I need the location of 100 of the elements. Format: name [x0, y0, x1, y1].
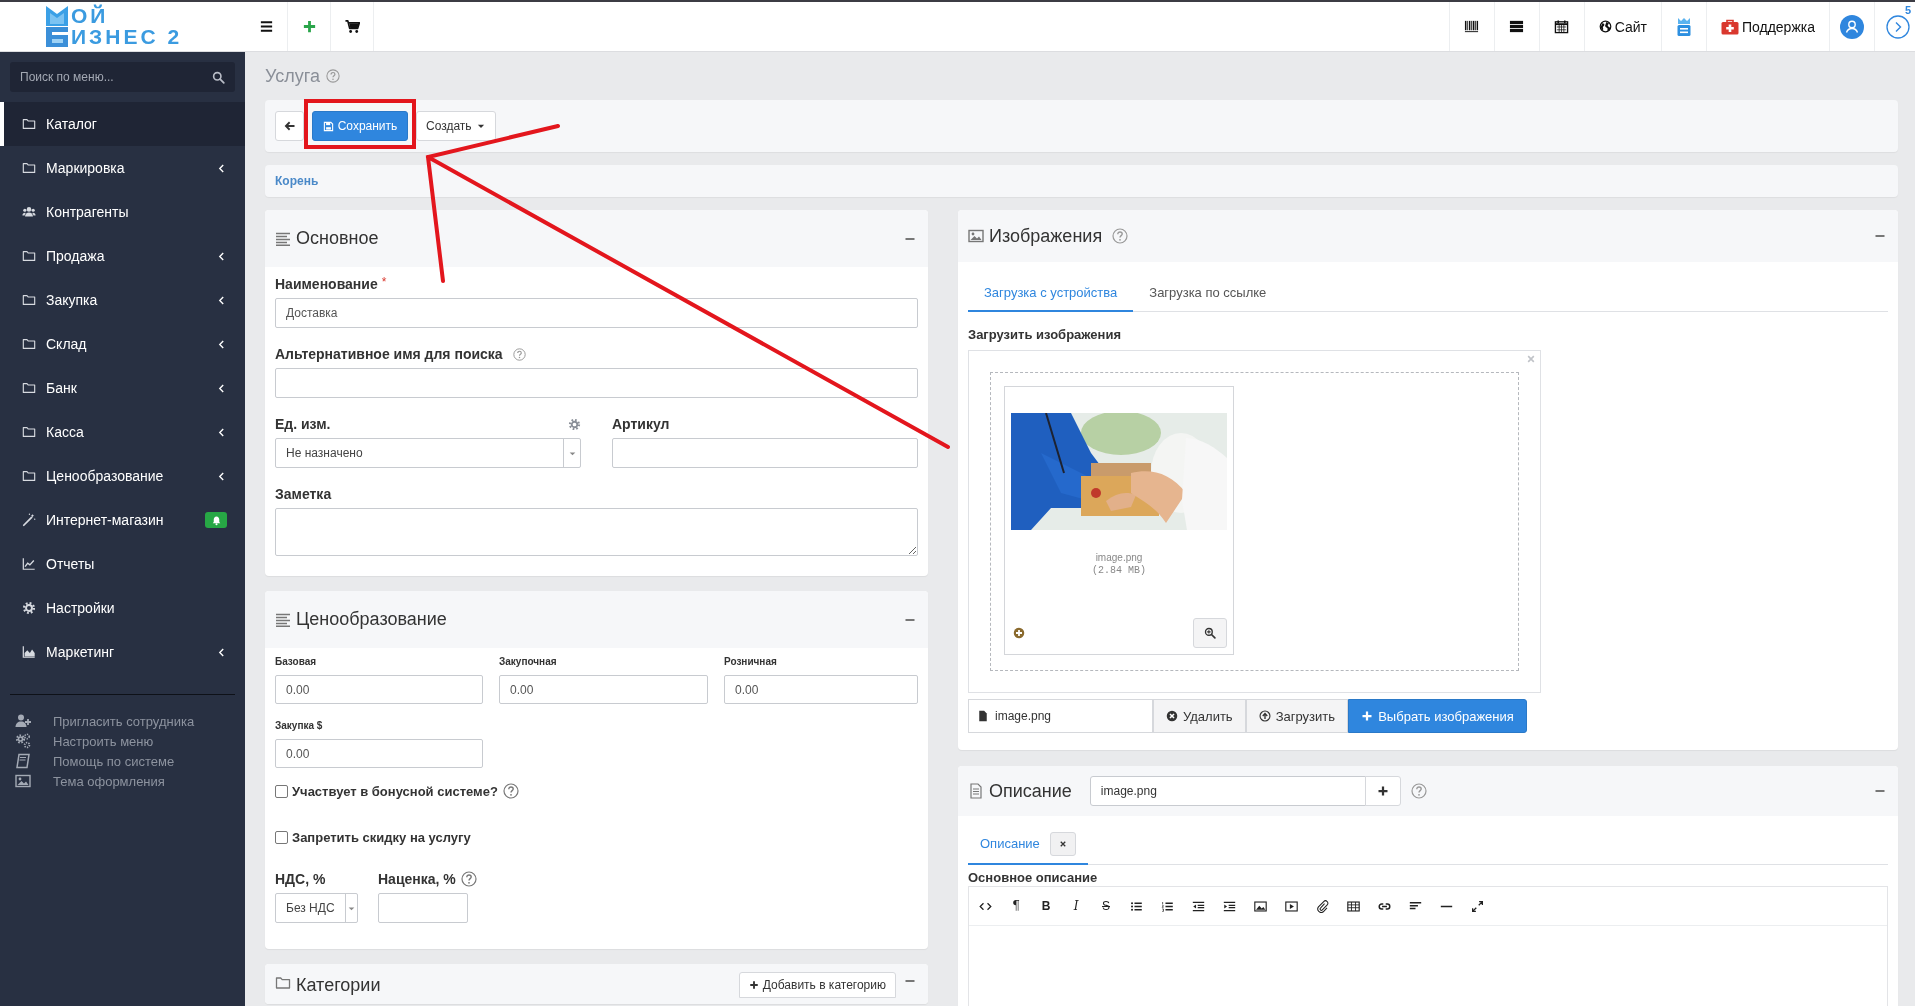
- create-dropdown-button[interactable]: Создать: [416, 111, 496, 141]
- zoom-button[interactable]: [1193, 618, 1227, 648]
- sidebar-footer-link[interactable]: Тема оформления: [0, 771, 245, 791]
- field-label: Заметка: [275, 486, 332, 502]
- price-input[interactable]: 0.00: [724, 675, 918, 704]
- logo-mark-icon: [45, 6, 69, 26]
- field-label: Альтернативное имя для поиска: [275, 346, 503, 362]
- plus-icon[interactable]: [301, 19, 317, 34]
- gears-icon: [14, 733, 32, 749]
- format-button[interactable]: B: [1040, 899, 1052, 913]
- price-input[interactable]: 0.00: [499, 675, 708, 704]
- menu-icon[interactable]: [258, 19, 274, 34]
- sidebar-footer-link[interactable]: Настроить меню: [0, 731, 245, 751]
- article-input[interactable]: [612, 438, 918, 468]
- user-plus-icon: [14, 713, 32, 729]
- field-label: Ед. изм.: [275, 416, 331, 432]
- sidebar-item[interactable]: Маркетинг: [0, 630, 245, 674]
- tab[interactable]: Загрузка по ссылке: [1133, 274, 1283, 312]
- cart-icon[interactable]: [344, 19, 360, 34]
- help-icon[interactable]: [460, 871, 477, 887]
- rich-text-editor[interactable]: ¶ B I S: [968, 886, 1888, 1006]
- zoom-in-icon: [1204, 627, 1216, 639]
- price-input[interactable]: 0.00: [275, 739, 483, 768]
- sidebar-item[interactable]: Закупка: [0, 278, 245, 322]
- format-button[interactable]: I: [1070, 899, 1082, 913]
- markup-input[interactable]: [378, 893, 468, 923]
- browse-button[interactable]: Выбрать изображения: [1348, 699, 1527, 733]
- plus-icon: [748, 980, 759, 990]
- chevron-circle-icon[interactable]: [1886, 14, 1910, 39]
- gear-icon: [22, 601, 36, 615]
- tab[interactable]: Описание: [968, 824, 1088, 865]
- upload-button[interactable]: Загрузить: [1245, 699, 1348, 733]
- unit-select[interactable]: Не назначено: [275, 438, 581, 468]
- menu-search-field[interactable]: Поиск по меню...: [10, 62, 235, 92]
- bullet-list-icon[interactable]: [1130, 899, 1143, 913]
- help-icon[interactable]: [1112, 228, 1129, 244]
- video-icon[interactable]: [1285, 899, 1298, 913]
- back-button[interactable]: [275, 111, 304, 141]
- sidebar-item[interactable]: Маркировка: [0, 146, 245, 190]
- sidebar-item[interactable]: Склад: [0, 322, 245, 366]
- sidebar-item[interactable]: Каталог: [0, 102, 245, 146]
- format-button[interactable]: S: [1100, 899, 1112, 913]
- sidebar-item[interactable]: Настройки: [0, 586, 245, 630]
- barcode-icon[interactable]: [1464, 19, 1480, 34]
- image-icon[interactable]: [1254, 899, 1267, 913]
- field-label: Артикул: [612, 416, 670, 432]
- format-button[interactable]: ¶: [1010, 899, 1022, 913]
- calendar-icon[interactable]: [1554, 19, 1570, 34]
- help-icon[interactable]: [1410, 783, 1427, 799]
- expand-icon[interactable]: [1471, 899, 1484, 913]
- field-label: Базовая: [275, 656, 318, 668]
- list-icon[interactable]: [1509, 19, 1525, 34]
- close-tab-button[interactable]: [1049, 831, 1076, 856]
- remove-button[interactable]: Удалить: [1153, 699, 1246, 733]
- help-icon[interactable]: [325, 69, 340, 83]
- outdent-icon[interactable]: [1192, 899, 1205, 913]
- price-input[interactable]: 0.00: [275, 675, 483, 704]
- sidebar-item[interactable]: Отчеты: [0, 542, 245, 586]
- help-icon[interactable]: [512, 347, 526, 361]
- checkbox[interactable]: [275, 784, 288, 798]
- upload-icon: [1258, 710, 1271, 722]
- sidebar-item[interactable]: Продажа: [0, 234, 245, 278]
- name-input[interactable]: Доставка: [275, 298, 918, 328]
- add-category-button[interactable]: Добавить в категорию: [738, 972, 896, 998]
- add-button[interactable]: [1364, 776, 1401, 806]
- indent-icon[interactable]: [1223, 899, 1236, 913]
- checkbox[interactable]: [275, 830, 288, 844]
- notification-count: 5: [1904, 4, 1911, 16]
- alt-name-input[interactable]: [275, 368, 918, 398]
- help-icon[interactable]: [502, 783, 519, 799]
- drop-zone[interactable]: image.png (2.84 MB): [990, 372, 1519, 671]
- paperclip-icon[interactable]: [1316, 899, 1329, 913]
- users-icon: [22, 205, 36, 219]
- sidebar-item[interactable]: Банк: [0, 366, 245, 410]
- tab[interactable]: Загрузка с устройства: [968, 274, 1134, 312]
- table-icon[interactable]: [1347, 899, 1360, 913]
- vat-select[interactable]: Без НДС: [275, 893, 358, 923]
- gear-icon[interactable]: [568, 417, 581, 431]
- save-button[interactable]: Сохранить: [312, 111, 408, 141]
- sidebar-footer-link[interactable]: Пригласить сотрудника: [0, 711, 245, 731]
- folder-icon: [22, 249, 36, 263]
- field-label: Наименование: [275, 276, 378, 292]
- folder-icon: [22, 117, 36, 131]
- save-icon: [322, 120, 334, 132]
- field-label: Наценка, %: [378, 871, 456, 887]
- sidebar-item[interactable]: Касса: [0, 410, 245, 454]
- sidebar-item[interactable]: Ценообразование: [0, 454, 245, 498]
- sidebar-item[interactable]: Интернет-магазин: [0, 498, 245, 542]
- description-name-field[interactable]: image.png: [1089, 776, 1366, 806]
- plus-circle-icon[interactable]: [1013, 627, 1025, 639]
- site-link[interactable]: Сайт: [1598, 18, 1647, 35]
- avatar-icon[interactable]: [1840, 14, 1864, 39]
- app-icon[interactable]: [1675, 16, 1692, 37]
- globe-icon: [1598, 20, 1612, 33]
- sidebar-footer-link[interactable]: Помощь по системе: [0, 751, 245, 771]
- sidebar-item[interactable]: Контрагенты: [0, 190, 245, 234]
- panel-title: Категории: [296, 975, 381, 996]
- align-left-icon: [275, 230, 291, 247]
- numbered-list-icon[interactable]: [1161, 899, 1174, 913]
- support-link[interactable]: Поддержка: [1720, 18, 1815, 35]
